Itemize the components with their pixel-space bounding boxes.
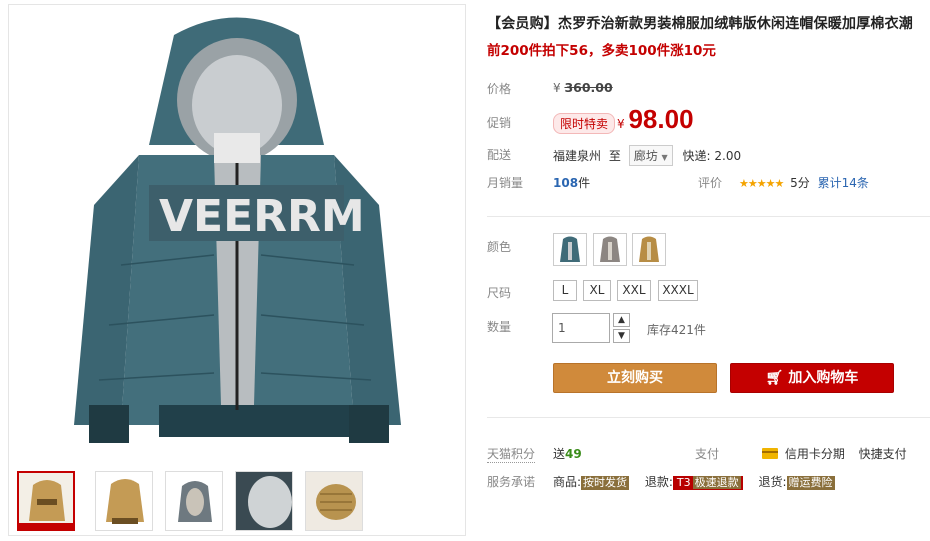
product-info: 【会员购】杰罗乔治新款男装棉服加绒韩版休闲连帽保暖加厚棉衣潮 前200件拍下56… — [487, 0, 930, 541]
product-title: 【会员购】杰罗乔治新款男装棉服加绒韩版休闲连帽保暖加厚棉衣潮 — [487, 16, 913, 32]
svg-text:VEERRM: VEERRM — [159, 191, 365, 242]
promo-currency-symbol: ¥ — [617, 117, 625, 131]
points-prefix: 送 — [553, 447, 566, 461]
chevron-up-icon: ▲ — [618, 315, 625, 325]
quantity-input[interactable] — [552, 313, 610, 343]
sales-unit: 件 — [578, 176, 591, 190]
service-promises: 商品: 按时发货 退款: T3 极速退款 退货: 赠运费险 — [553, 473, 835, 490]
original-price-value: 360.00 — [564, 80, 613, 95]
fast-pay[interactable]: 快捷支付 — [859, 447, 907, 461]
add-to-cart-button[interactable]: 🛒︎ 加入购物车 — [730, 363, 894, 393]
price-label: 价格 — [487, 82, 512, 96]
divider-2 — [487, 417, 930, 418]
return-label: 退货: — [758, 475, 787, 489]
t3-label: T3 — [674, 476, 693, 489]
credit-card-icon — [762, 448, 778, 459]
original-price: ¥ 360.00 — [553, 80, 613, 95]
thumbnail-1[interactable] — [17, 471, 75, 531]
color-swatch-khaki[interactable] — [632, 233, 666, 266]
thumbnail-4[interactable] — [235, 471, 293, 531]
review-count-link[interactable]: 累计14条 — [818, 176, 869, 190]
points-value: 49 — [565, 447, 582, 461]
rating-label: 评价 — [698, 176, 723, 190]
shipping-insurance-badge[interactable]: 赠运费险 — [786, 476, 835, 490]
product-subtitle: 前200件拍下56，多卖100件涨10元 — [487, 43, 716, 59]
payment-label: 支付 — [695, 447, 720, 461]
thumbnail-3[interactable] — [165, 471, 223, 531]
sales-count: 108 — [553, 176, 579, 190]
destination-select[interactable]: 廊坊 ▼ — [628, 145, 673, 166]
currency-symbol: ¥ — [553, 81, 561, 95]
stock-count: 库存421件 — [647, 323, 706, 337]
promo-label: 促销 — [487, 116, 512, 130]
rating-info: ★★★★★ 5分 累计14条 — [739, 174, 869, 191]
cart-icon: 🛒︎ — [765, 370, 784, 386]
monthly-sales-label: 月销量 — [487, 176, 524, 190]
on-time-ship-badge[interactable]: 按时发货 — [581, 476, 630, 490]
service-label: 服务承诺 — [487, 475, 536, 489]
size-label: 尺码 — [487, 286, 512, 300]
color-swatch-grey[interactable] — [593, 233, 627, 266]
points-info: 送49 — [553, 445, 582, 462]
size-option-l[interactable]: L — [553, 280, 577, 301]
ship-to-word: 至 — [608, 149, 621, 163]
shipping-info: 福建泉州 至 廊坊 ▼ 快递: 2.00 — [553, 145, 741, 166]
thumbnail-5[interactable] — [305, 471, 363, 531]
star-rating-icon: ★★★★★ — [739, 177, 784, 190]
buy-now-button[interactable]: 立刻购买 — [553, 363, 717, 393]
tmall-points-label[interactable]: 天猫积分 — [487, 445, 536, 463]
monthly-sales: 108件 — [553, 174, 590, 191]
goods-label: 商品: — [553, 475, 582, 489]
promo-price: ¥ 98.00 — [617, 104, 694, 135]
fast-refund-label: 极速退款 — [692, 476, 741, 489]
main-product-image[interactable]: VEERRM — [9, 5, 465, 457]
shipping-label: 配送 — [487, 148, 512, 162]
size-option-xl[interactable]: XL — [583, 280, 611, 301]
add-to-cart-label: 加入购物车 — [788, 370, 859, 386]
payment-options: 信用卡分期 快捷支付 — [762, 445, 907, 462]
chevron-down-icon: ▼ — [618, 331, 625, 341]
rating-score: 5分 — [790, 176, 810, 190]
refund-label: 退款: — [644, 475, 673, 489]
size-option-xxxl[interactable]: XXXL — [658, 280, 698, 301]
promo-tag: 限时特卖 — [553, 113, 616, 134]
quantity-decrease-button[interactable]: ▼ — [613, 329, 630, 343]
color-swatch-blue[interactable] — [553, 233, 587, 266]
size-option-xxl[interactable]: XXL — [617, 280, 651, 301]
promo-price-value: 98.00 — [628, 104, 694, 134]
express-fee: 快递: 2.00 — [682, 149, 742, 163]
ship-from: 福建泉州 — [553, 149, 602, 163]
quantity-label: 数量 — [487, 320, 512, 334]
credit-installment[interactable]: 信用卡分期 — [785, 447, 845, 461]
fast-refund-badge[interactable]: T3 极速退款 — [672, 476, 743, 490]
divider-1 — [487, 216, 930, 217]
thumbnail-2[interactable] — [95, 471, 153, 531]
destination-value: 廊坊 — [633, 149, 658, 163]
quantity-increase-button[interactable]: ▲ — [613, 313, 630, 327]
color-label: 颜色 — [487, 240, 512, 254]
product-gallery: VEERRM — [8, 4, 466, 536]
limited-sale-badge: 限时特卖 — [553, 113, 616, 134]
chevron-down-icon: ▼ — [661, 153, 668, 162]
